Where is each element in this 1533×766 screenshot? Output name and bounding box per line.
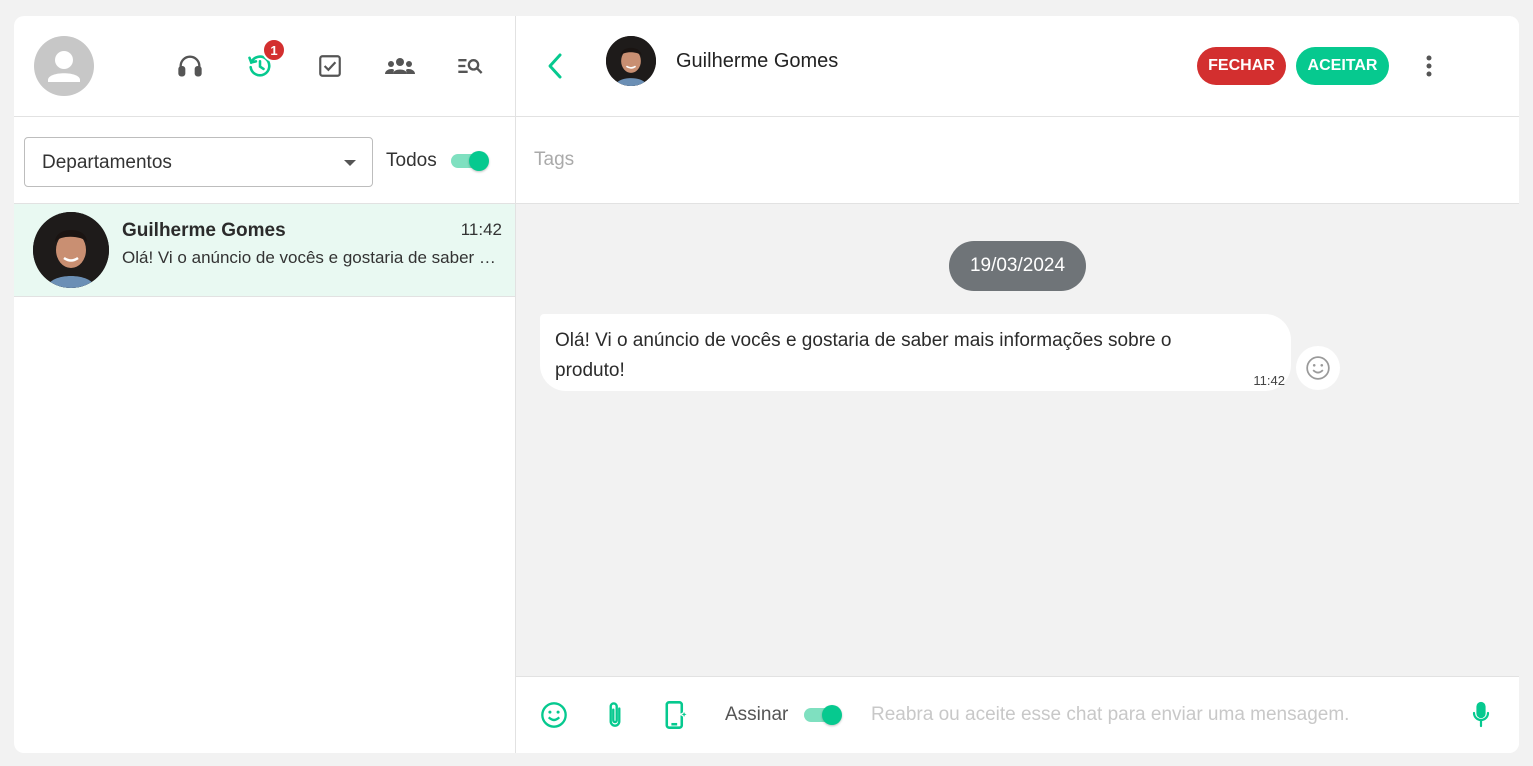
microphone-icon[interactable]	[1464, 698, 1498, 732]
date-divider: 19/03/2024	[949, 241, 1086, 291]
chat-header: Guilherme Gomes FECHAR ACEITAR	[516, 16, 1519, 117]
chat-item-name: Guilherme Gomes	[122, 220, 286, 241]
close-chat-button[interactable]: FECHAR	[1197, 47, 1286, 85]
attach-icon[interactable]	[598, 698, 632, 732]
contact-avatar[interactable]	[606, 36, 656, 86]
message-time: 11:42	[1253, 373, 1285, 388]
sign-toggle[interactable]	[804, 705, 842, 725]
message-composer: Assinar	[516, 676, 1519, 753]
chat-item-time: 11:42	[460, 220, 502, 239]
groups-icon[interactable]	[384, 50, 416, 82]
chat-item-preview: Olá! Vi o anúncio de vocês e gostaria de…	[122, 248, 500, 267]
headset-icon[interactable]	[174, 50, 206, 82]
message-area: 19/03/2024 Olá! Vi o anúncio de vocês e …	[516, 204, 1519, 676]
user-avatar[interactable]	[34, 36, 94, 96]
message-text: Olá! Vi o anúncio de vocês e gostaria de…	[555, 330, 1172, 381]
todos-label: Todos	[386, 150, 437, 171]
filter-row: Departamentos Todos	[14, 117, 515, 203]
message-bubble: Olá! Vi o anúncio de vocês e gostaria de…	[540, 314, 1291, 391]
tags-input[interactable]: Tags	[534, 149, 574, 171]
toggle-knob	[469, 151, 489, 171]
contact-avatar	[33, 212, 109, 288]
reaction-smiley-icon[interactable]	[1296, 346, 1340, 390]
message-input[interactable]	[871, 704, 1431, 726]
task-checkbox-icon[interactable]	[314, 50, 346, 82]
history-badge: 1	[262, 38, 286, 62]
search-list-icon[interactable]	[454, 50, 486, 82]
left-toolbar: 1	[14, 16, 515, 117]
chat-panel: Guilherme Gomes FECHAR ACEITAR Tags 19/0…	[516, 16, 1519, 753]
quick-reply-icon[interactable]	[659, 698, 693, 732]
emoji-icon[interactable]	[537, 698, 571, 732]
list-item[interactable]: Guilherme Gomes 11:42 Olá! Vi o anúncio …	[14, 203, 515, 297]
accept-chat-button[interactable]: ACEITAR	[1296, 47, 1389, 85]
contact-name: Guilherme Gomes	[676, 50, 839, 72]
sign-label: Assinar	[725, 704, 789, 725]
more-vert-icon[interactable]	[1415, 50, 1443, 82]
toggle-knob	[822, 705, 842, 725]
back-arrow-icon[interactable]	[540, 50, 572, 82]
chevron-down-icon	[344, 160, 356, 166]
tags-bar[interactable]: Tags	[516, 117, 1519, 204]
app-window: 1 Departamentos Todos Guilherme Gomes 11…	[14, 16, 1519, 753]
conversation-list-panel: 1 Departamentos Todos Guilherme Gomes 11…	[14, 16, 516, 753]
todos-toggle[interactable]	[451, 151, 489, 171]
department-select[interactable]: Departamentos	[24, 137, 373, 187]
department-select-label: Departamentos	[42, 152, 172, 173]
